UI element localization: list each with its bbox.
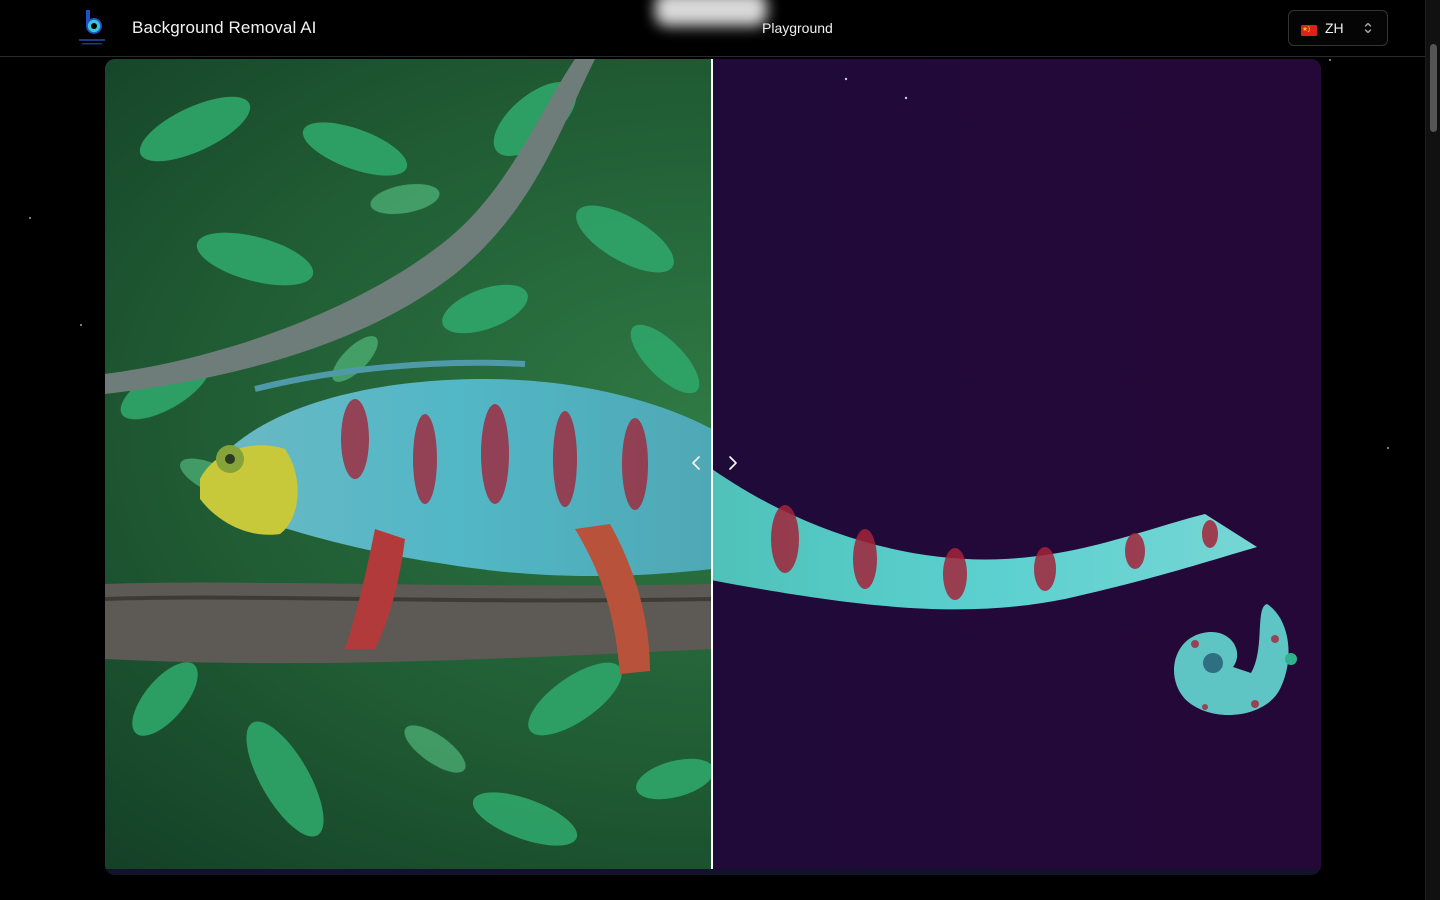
top-navbar: Background Removal AI Playground ZH	[0, 0, 1425, 57]
page-scrollbar[interactable]	[1425, 0, 1440, 900]
scrollbar-thumb[interactable]	[1430, 44, 1437, 132]
decorative-glow	[655, 0, 767, 26]
comparison-bottom-edge	[105, 869, 1321, 875]
chevron-left-icon	[692, 456, 700, 470]
divider-handle[interactable]	[685, 451, 739, 475]
before-image	[105, 59, 712, 869]
nav-link-playground[interactable]: Playground	[762, 20, 833, 36]
before-after-comparison[interactable]	[105, 59, 1321, 875]
china-flag-icon	[1301, 23, 1317, 36]
chevron-up-down-icon	[1363, 20, 1373, 39]
language-selector[interactable]: ZH	[1288, 10, 1388, 46]
brand-logo-icon[interactable]	[77, 8, 107, 46]
brand-name[interactable]: Background Removal AI	[132, 18, 316, 38]
chevron-right-icon	[729, 456, 737, 470]
language-code: ZH	[1325, 20, 1344, 36]
